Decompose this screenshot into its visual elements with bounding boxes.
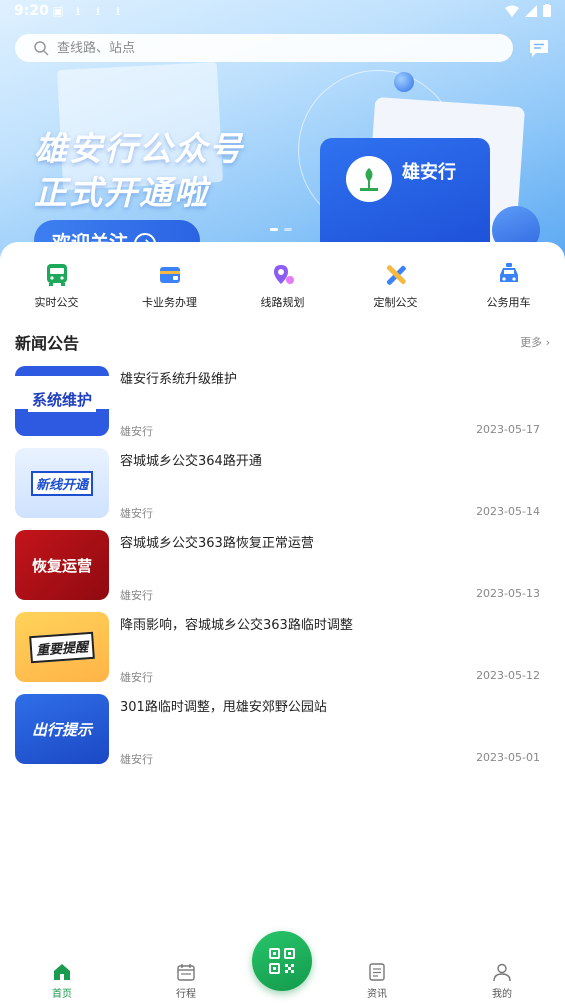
news-date: 2023-05-13 (476, 587, 540, 600)
promo-card-graphic (320, 138, 490, 258)
news-headline: 降雨影响，容城城乡公交363路临时调整 (120, 618, 353, 633)
quick-nav-official-car[interactable]: 公务用车 (452, 260, 565, 316)
tab-trips[interactable]: 行程 (156, 962, 216, 1000)
bus-icon (46, 264, 67, 286)
news-date: 2023-05-17 (476, 423, 540, 436)
status-bar: 9:20 ▣ ⭳ ⭳ ⭳ (0, 0, 565, 24)
news-headline: 容城城乡公交364路开通 (120, 454, 262, 469)
search-icon (34, 41, 49, 56)
quick-nav-custom-bus[interactable]: 定制公交 (339, 260, 452, 316)
status-time: 9:20 (14, 3, 49, 19)
news-headline: 301路临时调整，甩雄安郊野公园站 (120, 700, 327, 715)
news-list: 系统维护 雄安行系统升级维护 雄安行 2023-05-17 新线开通 容城城乡公… (15, 366, 540, 776)
news-headline: 雄安行系统升级维护 (120, 372, 238, 387)
thumbnail-caption: 新线开通 (30, 470, 93, 496)
custom-tools-icon (386, 265, 406, 285)
battery-icon (543, 4, 551, 17)
quick-nav-label: 实时公交 (34, 296, 79, 309)
news-source: 雄安行 (120, 507, 153, 520)
carousel-dot (270, 228, 278, 231)
tab-home[interactable]: 首页 (32, 962, 92, 1000)
brand-name: 雄安行 (402, 162, 456, 183)
qr-code-button[interactable] (252, 931, 312, 991)
news-item[interactable]: 系统维护 雄安行系统升级维护 雄安行 2023-05-17 (15, 366, 540, 448)
promo-title: 雄安行公众号 (34, 129, 244, 168)
quick-nav-label: 公务用车 (486, 296, 531, 309)
news-item[interactable]: 恢复运营 容城城乡公交363路恢复正常运营 雄安行 2023-05-13 (15, 530, 540, 612)
quick-nav-label: 卡业务办理 (142, 296, 197, 309)
news-thumbnail: 系统维护 (15, 366, 109, 436)
news-thumbnail: 新线开通 (15, 448, 109, 518)
quick-nav-route-planning[interactable]: 线路规划 (226, 260, 339, 316)
tab-label: 行程 (176, 989, 196, 1000)
promo-subtitle: 正式开通啦 (34, 173, 209, 212)
message-icon[interactable] (528, 37, 550, 59)
quick-nav-label: 线路规划 (260, 296, 305, 309)
news-source: 雄安行 (120, 425, 153, 438)
news-doc-icon (369, 963, 385, 981)
promo-banner[interactable]: 9:20 ▣ ⭳ ⭳ ⭳ 雄安行 (0, 0, 565, 262)
card-wallet-icon (159, 267, 180, 283)
news-date: 2023-05-01 (476, 751, 540, 764)
quick-nav-label: 定制公交 (373, 296, 418, 309)
thumbnail-caption: 重要提醒 (29, 631, 95, 663)
chevron-right-icon: › (545, 336, 550, 349)
news-thumbnail: 出行提示 (15, 694, 109, 764)
thumbnail-caption: 系统维护 (27, 386, 96, 412)
news-item[interactable]: 新线开通 容城城乡公交364路开通 雄安行 2023-05-14 (15, 448, 540, 530)
news-section-header: 新闻公告 更多 › (15, 330, 550, 353)
news-date: 2023-05-14 (476, 505, 540, 518)
news-section-title: 新闻公告 (15, 334, 80, 353)
search-bar[interactable] (15, 34, 513, 62)
tab-label: 首页 (52, 989, 72, 1000)
news-headline: 容城城乡公交363路恢复正常运营 (120, 536, 314, 551)
news-date: 2023-05-12 (476, 669, 540, 682)
quick-nav: 实时公交 卡业务办理 线路规划 定制公交 公务用车 (0, 260, 565, 316)
news-source: 雄安行 (120, 671, 153, 684)
more-label: 更多 (520, 336, 543, 349)
tab-news[interactable]: 资讯 (347, 962, 407, 1000)
user-icon (493, 963, 511, 982)
official-car-icon (499, 263, 518, 282)
home-icon (54, 964, 70, 980)
brand-logo (346, 156, 392, 202)
qr-code-icon (269, 948, 295, 974)
news-source: 雄安行 (120, 753, 153, 766)
route-pin-icon (273, 265, 294, 284)
main-panel: 实时公交 卡业务办理 线路规划 定制公交 公务用车 新闻公告 更多 › 系统维护… (0, 242, 565, 932)
news-more-link[interactable]: 更多 › (520, 334, 550, 350)
news-item[interactable]: 重要提醒 降雨影响，容城城乡公交363路临时调整 雄安行 2023-05-12 (15, 612, 540, 694)
carousel-dot (284, 228, 292, 231)
news-item[interactable]: 出行提示 301路临时调整，甩雄安郊野公园站 雄安行 2023-05-01 (15, 694, 540, 776)
leaf-logo-icon (360, 168, 378, 191)
quick-nav-card-service[interactable]: 卡业务办理 (113, 260, 226, 316)
download-icon: ⭳ (75, 4, 81, 18)
thumbnail-caption: 出行提示 (31, 720, 92, 739)
wifi-icon (505, 5, 519, 17)
quick-nav-realtime-bus[interactable]: 实时公交 (0, 260, 113, 316)
signal-icon (525, 4, 537, 17)
download-icon: ⭳ (115, 4, 121, 18)
carousel-indicator (270, 228, 292, 231)
thumbnail-caption: 恢复运营 (31, 556, 92, 575)
tab-profile[interactable]: 我的 (472, 962, 532, 1000)
news-thumbnail: 恢复运营 (15, 530, 109, 600)
search-input[interactable] (57, 40, 457, 56)
download-icon: ⭳ (95, 4, 101, 18)
status-notification-icons: ▣ ⭳ ⭳ ⭳ (52, 4, 124, 18)
news-thumbnail: 重要提醒 (15, 612, 109, 682)
calendar-icon (177, 964, 195, 981)
tab-label: 资讯 (367, 989, 387, 1000)
tab-label: 我的 (492, 989, 512, 1000)
decor-orb (394, 72, 414, 92)
status-system-icons (505, 4, 551, 17)
notification-icon: ▣ (52, 4, 64, 18)
news-source: 雄安行 (120, 589, 153, 602)
